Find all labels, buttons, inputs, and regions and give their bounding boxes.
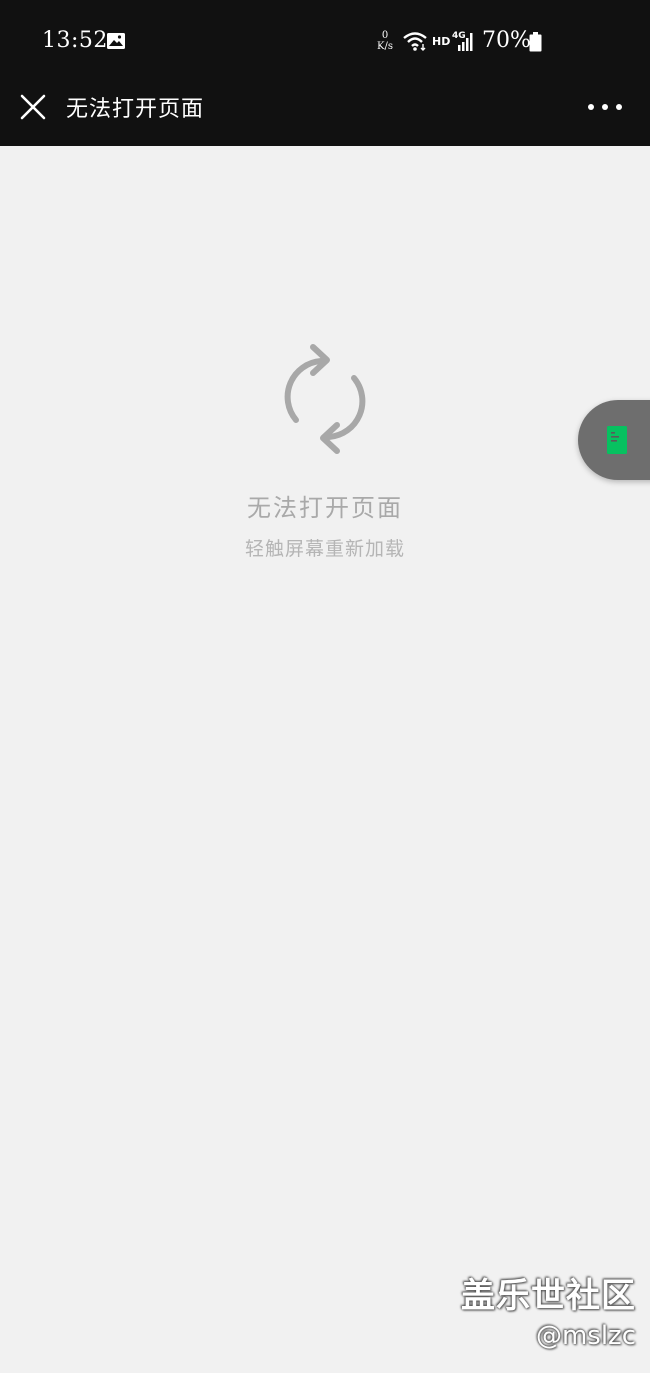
signal-4g-icon: 4G	[452, 31, 473, 51]
more-dots-icon	[616, 104, 622, 110]
error-hint: 轻触屏幕重新加载	[244, 538, 405, 560]
reload-icon	[284, 344, 366, 454]
status-bar: 13:52 0 K/s HD 4G 70%	[0, 0, 650, 78]
battery-icon	[529, 32, 542, 52]
image-icon	[107, 33, 125, 49]
wifi-icon	[403, 32, 427, 51]
battery-percent: 70%	[482, 28, 531, 53]
close-icon	[20, 94, 46, 120]
network-speed-value: 0	[381, 30, 389, 41]
document-icon	[607, 426, 627, 454]
signal-label: 4G	[452, 31, 466, 41]
watermark-brand: 盖乐世社区	[461, 1276, 636, 1316]
status-time: 13:52	[42, 28, 108, 53]
hd-indicator: HD	[432, 35, 451, 48]
close-button[interactable]	[18, 92, 48, 122]
nav-bar: 无法打开页面	[0, 78, 650, 146]
watermark-user: @mslzc	[535, 1321, 636, 1351]
watermark: 盖乐世社区 @mslzc	[461, 1268, 636, 1351]
more-dots-icon	[588, 104, 594, 110]
error-title: 无法打开页面	[247, 494, 403, 522]
more-dots-icon	[602, 104, 608, 110]
floating-window-tab[interactable]	[578, 400, 650, 480]
network-speed: 0 K/s	[372, 30, 398, 56]
network-speed-unit: K/s	[377, 41, 393, 52]
page-title: 无法打开页面	[66, 97, 205, 122]
more-button[interactable]	[584, 96, 626, 118]
reload-area[interactable]: 无法打开页面 轻触屏幕重新加载	[0, 146, 650, 1373]
